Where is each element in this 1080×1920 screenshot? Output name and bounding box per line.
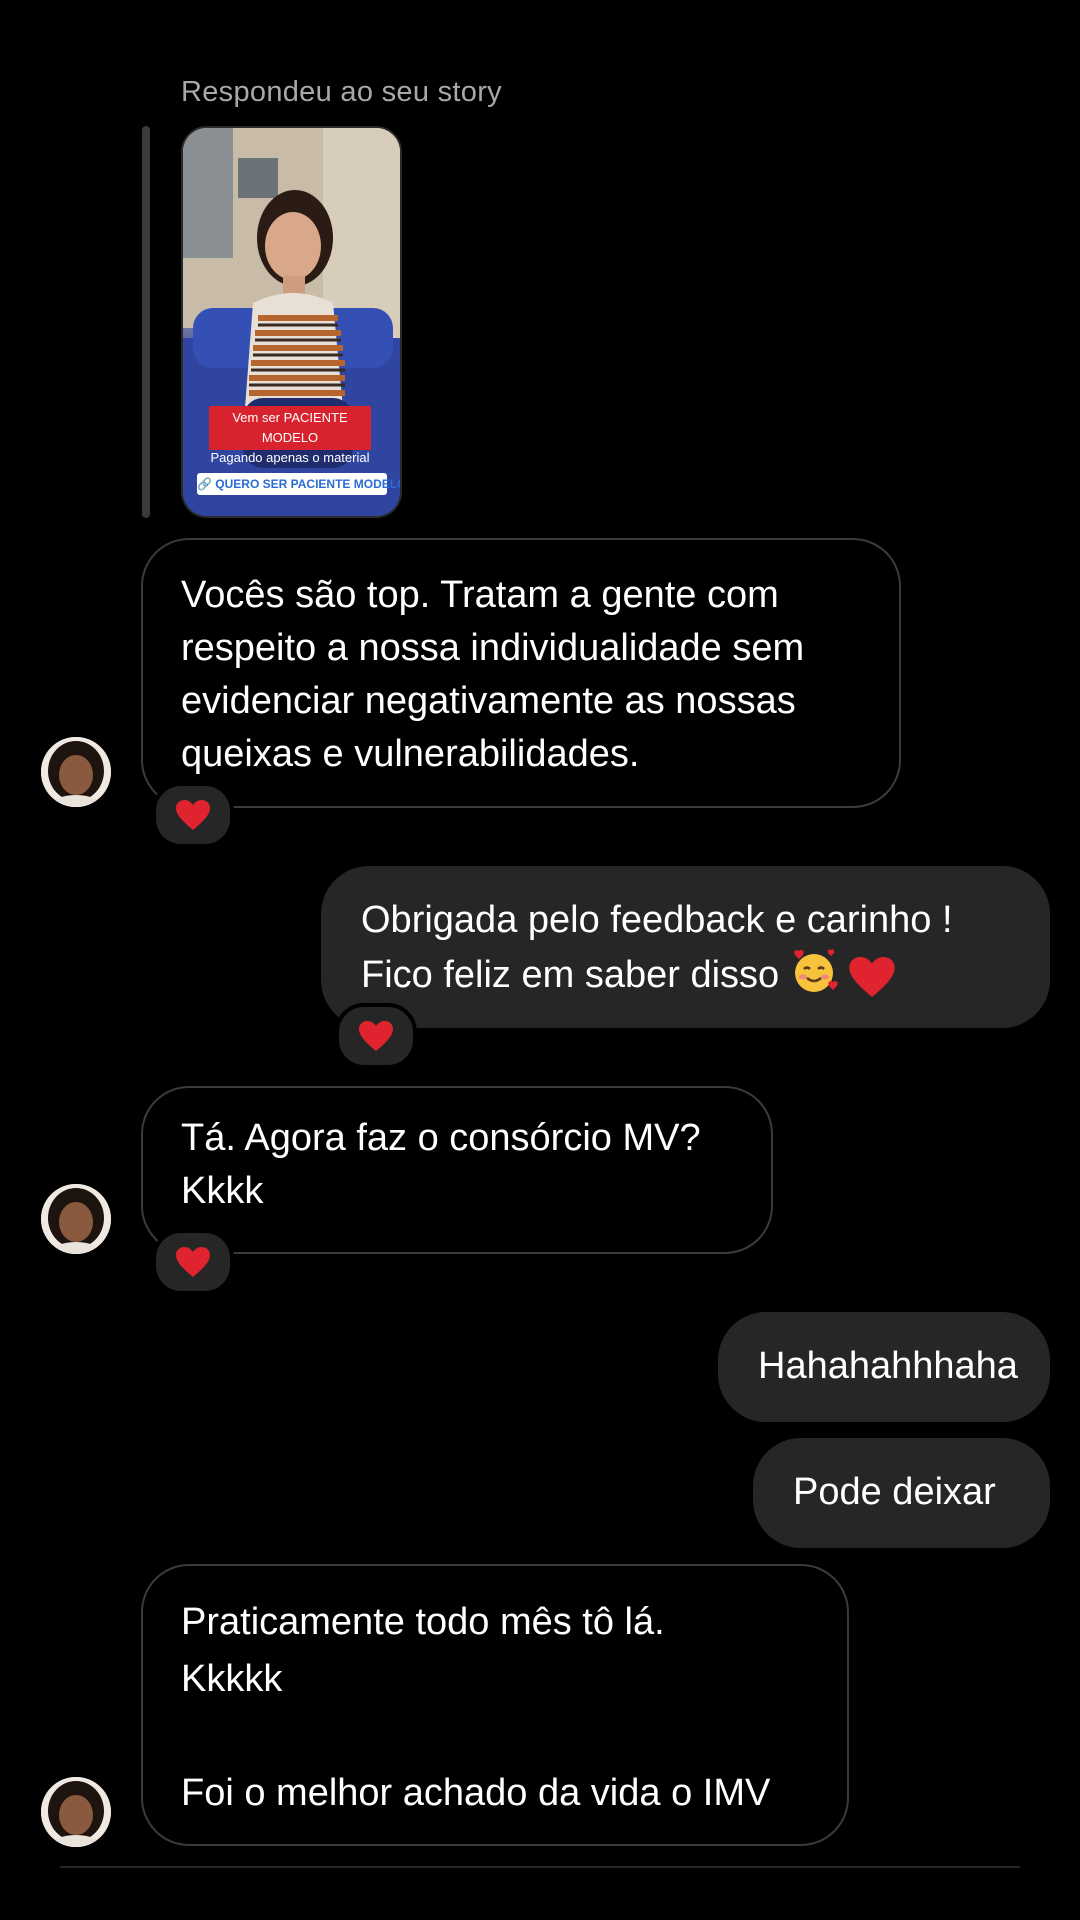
story-banner-line2: Pagando apenas o material: [210, 450, 370, 465]
message-line: Tá. Agora faz o consórcio MV?: [181, 1117, 701, 1159]
message-line: Fico feliz em saber disso: [361, 947, 1010, 1002]
message-sent[interactable]: Pode deixar: [753, 1438, 1050, 1548]
message-line: Vocês são top. Tratam a gente com: [181, 574, 779, 616]
story-reply-caption: Respondeu ao seu story: [181, 76, 502, 108]
avatar-image: [41, 1777, 111, 1847]
message-line: [181, 1708, 809, 1765]
reaction-heart[interactable]: [152, 782, 234, 848]
story-link-sticker[interactable]: 🔗 QUERO SER PACIENTE MODELO: [197, 473, 400, 495]
message-sent[interactable]: Hahahahhhaha: [718, 1312, 1050, 1422]
red-heart-icon: [359, 1021, 393, 1051]
story-reply-bar: [142, 126, 150, 518]
message-line: queixas e vulnerabilidades.: [181, 733, 640, 775]
story-banner-line1: Vem ser PACIENTE MODELO: [232, 410, 348, 445]
message-line: respeito a nossa individualidade sem: [181, 627, 805, 669]
message-received[interactable]: Praticamente todo mês tô lá. Kkkkk Foi o…: [141, 1564, 849, 1846]
message-received[interactable]: Vocês são top. Tratam a gente com respei…: [141, 538, 901, 808]
reaction-heart[interactable]: [335, 1003, 417, 1069]
message-line: Pode deixar: [793, 1471, 996, 1513]
message-line: Obrigada pelo feedback e carinho !: [361, 899, 953, 941]
avatar-image: [41, 1184, 111, 1254]
message-line: Kkkk: [181, 1170, 264, 1212]
avatar[interactable]: [41, 737, 111, 807]
story-thumbnail[interactable]: Vem ser PACIENTE MODELO Pagando apenas o…: [181, 126, 402, 518]
smiling-face-with-hearts-emoji: [794, 949, 838, 992]
message-line: evidenciar negativamente as nossas: [181, 680, 796, 722]
message-line: Kkkkk: [181, 1658, 283, 1700]
message-received[interactable]: Tá. Agora faz o consórcio MV? Kkkk: [141, 1086, 773, 1254]
message-sent[interactable]: Obrigada pelo feedback e carinho ! Fico …: [321, 866, 1050, 1028]
reaction-heart[interactable]: [152, 1229, 234, 1295]
avatar-image: [41, 737, 111, 807]
message-line-text: Fico feliz em saber disso: [361, 954, 780, 996]
avatar[interactable]: [41, 1184, 111, 1254]
composer-divider: [60, 1866, 1020, 1868]
red-heart-icon: [176, 800, 210, 830]
red-heart-icon: [176, 1247, 210, 1277]
story-banner: Vem ser PACIENTE MODELO Pagando apenas o…: [209, 406, 371, 465]
message-line: Foi o melhor achado da vida o IMV: [181, 1772, 771, 1814]
message-line: Praticamente todo mês tô lá.: [181, 1601, 665, 1643]
avatar[interactable]: [41, 1777, 111, 1847]
red-heart-icon: [849, 956, 895, 997]
message-line: Hahahahhhaha: [758, 1345, 1018, 1387]
